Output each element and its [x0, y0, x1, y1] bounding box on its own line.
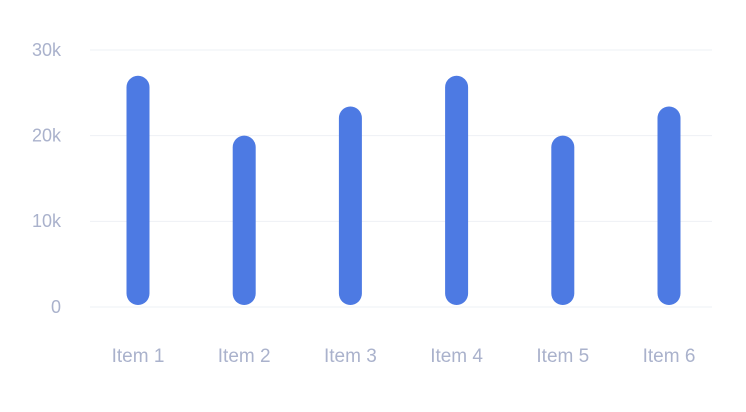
bar[interactable] — [232, 135, 256, 305]
grid-lines — [90, 49, 712, 308]
x-category-label: Item 5 — [536, 346, 589, 367]
x-category-label: Item 2 — [218, 346, 271, 367]
bar[interactable] — [551, 135, 575, 305]
bar[interactable] — [338, 106, 362, 305]
x-category-label: Item 6 — [643, 346, 696, 367]
x-category-label: Item 4 — [430, 346, 483, 367]
x-category-label: Item 3 — [324, 346, 377, 367]
chart-canvas: 010k20k30k Item 1 Item 2 Item 3 Item 4 Item … — [32, 40, 712, 367]
bar[interactable] — [657, 106, 681, 305]
bar[interactable] — [445, 75, 469, 305]
bar-chart: 0 10k 20k 30k Item 1 Item 2 Item 3 Item 4 Item … — [0, 0, 746, 412]
x-axis-category-labels: Item 1 Item 2 Item 3 Item 4 Item 5 Item 6 — [112, 346, 696, 367]
bars — [126, 75, 681, 305]
x-category-label: Item 1 — [112, 346, 165, 367]
y-tick-label: 20k — [32, 125, 62, 145]
y-tick-label: 30k — [32, 40, 62, 60]
bar[interactable] — [126, 75, 150, 305]
y-tick-label: 10k — [32, 211, 62, 231]
y-tick-label: 0 — [51, 297, 61, 317]
y-axis-tick-labels: 0 10k 20k 30k — [32, 40, 62, 317]
